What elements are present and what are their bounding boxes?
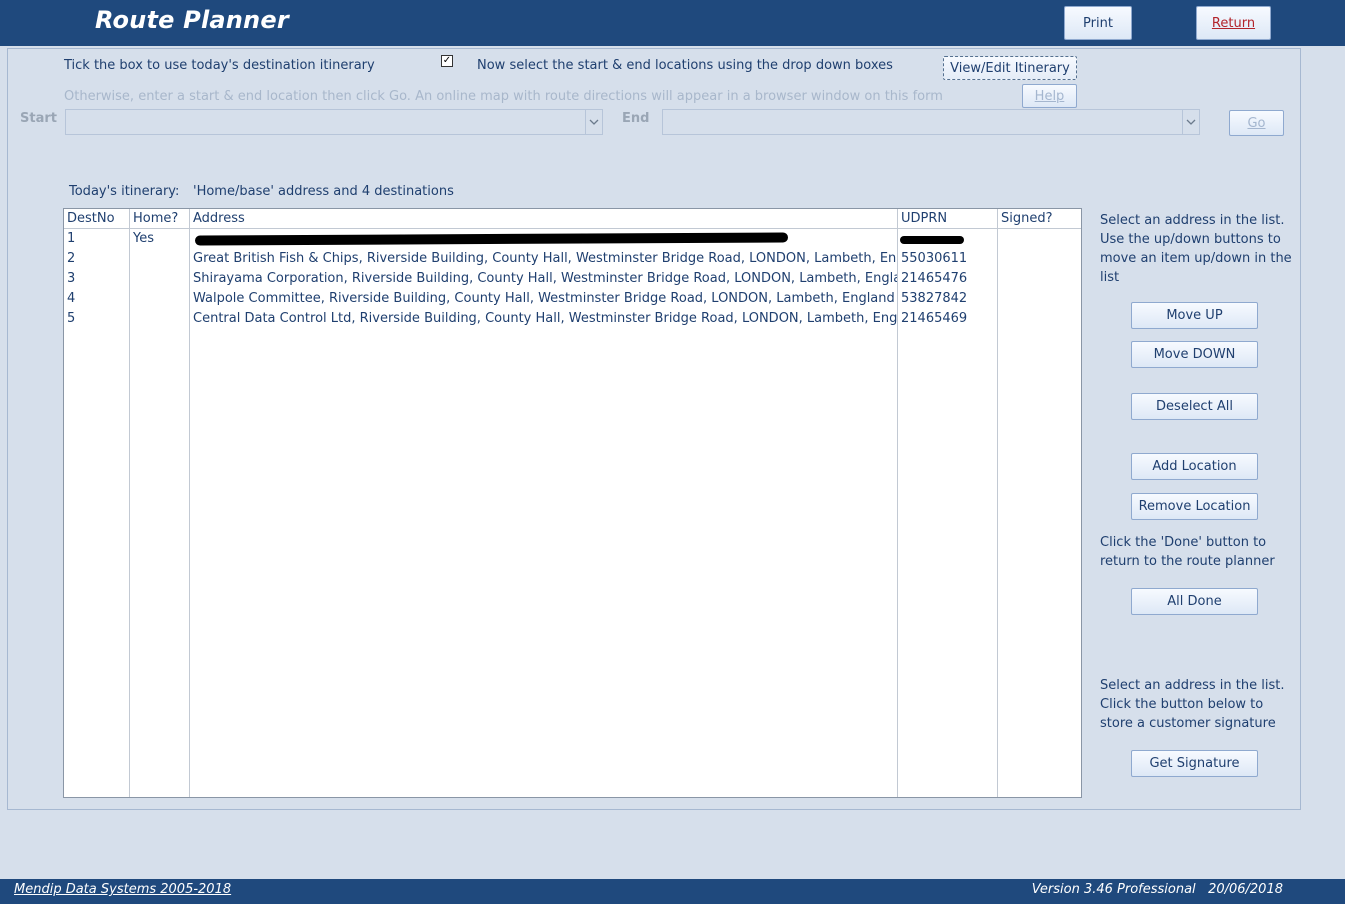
move-down-button[interactable]: Move DOWN xyxy=(1131,341,1258,368)
start-combobox[interactable] xyxy=(65,109,603,135)
row-destno: 5 xyxy=(67,311,76,326)
remove-location-button[interactable]: Remove Location xyxy=(1131,493,1258,520)
row-home: Yes xyxy=(133,231,154,246)
row-address: Shirayama Corporation, Riverside Buildin… xyxy=(193,271,897,286)
row-destno: 2 xyxy=(67,251,76,266)
end-combobox[interactable] xyxy=(662,109,1200,135)
row-destno: 3 xyxy=(67,271,76,286)
row-udprn: 21465469 xyxy=(901,311,968,326)
itinerary-list[interactable]: DestNo Home? Address UDPRN Signed? 1 Yes… xyxy=(63,208,1082,798)
itinerary-summary-label: Today's itinerary: xyxy=(69,184,180,199)
use-itinerary-checkbox[interactable]: ✓ xyxy=(441,55,453,67)
deselect-all-button[interactable]: Deselect All xyxy=(1131,393,1258,420)
row-address: Walpole Committee, Riverside Building, C… xyxy=(193,291,895,306)
row-address: Great British Fish & Chips, Riverside Bu… xyxy=(193,251,897,266)
company-link[interactable]: Mendip Data Systems 2005-2018 xyxy=(14,882,231,897)
list-header: DestNo Home? Address UDPRN Signed? xyxy=(64,209,1081,229)
page-title: Route Planner xyxy=(95,6,289,34)
move-up-button[interactable]: Move UP xyxy=(1131,302,1258,329)
go-button[interactable]: Go xyxy=(1229,110,1284,136)
start-label: Start xyxy=(20,111,57,126)
row-destno: 1 xyxy=(67,231,76,246)
view-edit-itinerary-button[interactable]: View/Edit Itinerary xyxy=(943,56,1077,80)
otherwise-instruction: Otherwise, enter a start & end location … xyxy=(64,89,943,104)
all-done-button[interactable]: All Done xyxy=(1131,588,1258,615)
add-location-button[interactable]: Add Location xyxy=(1131,453,1258,480)
version-info: Version 3.46 Professional 20/06/2018 xyxy=(1031,882,1283,897)
get-signature-button[interactable]: Get Signature xyxy=(1131,750,1258,777)
print-button[interactable]: Print xyxy=(1064,6,1132,40)
chevron-down-icon[interactable] xyxy=(1182,110,1199,134)
header-bar: Route Planner Print Return xyxy=(0,0,1345,46)
row-destno: 4 xyxy=(67,291,76,306)
row-address: Central Data Control Ltd, Riverside Buil… xyxy=(193,311,897,326)
signature-instructions: Select an address in the list. Click the… xyxy=(1100,678,1285,731)
redaction-mark xyxy=(900,236,964,244)
done-instructions: Click the 'Done' button to return to the… xyxy=(1100,535,1275,569)
move-instructions: Select an address in the list. Use the u… xyxy=(1100,213,1292,285)
row-udprn: 53827842 xyxy=(901,291,968,306)
footer-bar: Mendip Data Systems 2005-2018 Version 3.… xyxy=(0,879,1345,904)
chevron-down-icon[interactable] xyxy=(585,110,602,134)
return-button[interactable]: Return xyxy=(1196,6,1271,40)
help-button[interactable]: Help xyxy=(1022,84,1077,108)
select-instruction: Now select the start & end locations usi… xyxy=(477,58,893,73)
row-udprn: 55030611 xyxy=(901,251,968,266)
row-udprn: 21465476 xyxy=(901,271,968,286)
column-header-home[interactable]: Home? xyxy=(133,211,178,226)
tick-instruction: Tick the box to use today's destination … xyxy=(64,58,375,73)
column-header-destno[interactable]: DestNo xyxy=(67,211,115,226)
end-label: End xyxy=(622,111,650,126)
column-header-address[interactable]: Address xyxy=(193,211,245,226)
column-header-signed[interactable]: Signed? xyxy=(1001,211,1053,226)
column-header-udprn[interactable]: UDPRN xyxy=(901,211,947,226)
itinerary-summary-value: 'Home/base' address and 4 destinations xyxy=(193,184,454,199)
